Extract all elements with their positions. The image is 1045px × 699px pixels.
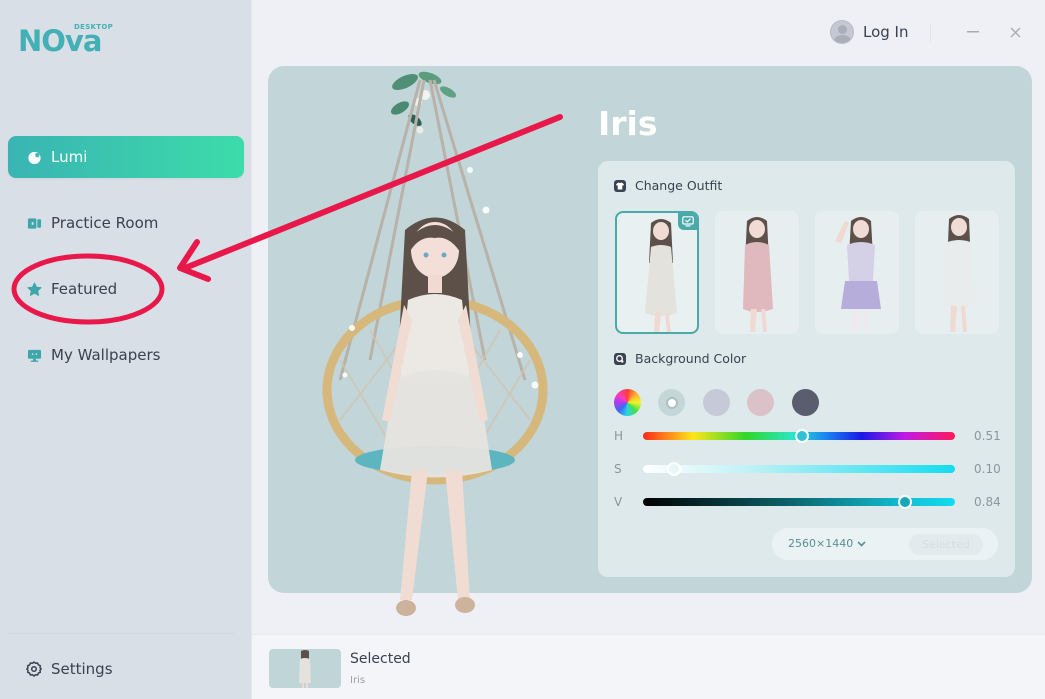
close-button[interactable]: [1005, 22, 1025, 42]
sidebar-item-featured[interactable]: Featured: [8, 268, 244, 310]
sidebar: NOva DESKTOP Lumi Practice Room Featured…: [0, 0, 252, 699]
heart-icon: [26, 149, 42, 165]
outfit-option-2[interactable]: [715, 211, 799, 334]
sidebar-item-lumi[interactable]: Lumi: [8, 136, 244, 178]
sidebar-item-label: Lumi: [51, 148, 88, 166]
app-logo: NOva DESKTOP: [18, 22, 118, 62]
outfit-thumbnail: [835, 217, 881, 332]
saturation-label: S: [614, 462, 622, 476]
status-title: Selected: [350, 651, 411, 667]
gear-icon: [26, 661, 42, 677]
outfit-option-4[interactable]: [915, 211, 999, 334]
swatch-charcoal[interactable]: [792, 389, 819, 416]
topbar-divider: [930, 24, 931, 42]
status-character-name: Iris: [350, 675, 366, 686]
chevron-down-icon: [857, 540, 866, 547]
sidebar-item-label: My Wallpapers: [51, 346, 161, 364]
saturation-value: 0.10: [974, 462, 1001, 476]
change-outfit-header: Change Outfit: [614, 178, 722, 193]
resolution-value: 2560×1440: [788, 537, 854, 550]
login-button[interactable]: Log In: [830, 20, 909, 44]
monitor-check-icon: [682, 215, 694, 226]
outfit-option-3[interactable]: [815, 211, 899, 334]
outfit-icon: [614, 179, 626, 192]
minimize-button[interactable]: [963, 22, 983, 42]
swatch-lavender-grey[interactable]: [703, 389, 730, 416]
swatch-teal-grey[interactable]: [658, 389, 685, 416]
section-title: Change Outfit: [635, 178, 723, 193]
practice-room-icon: [26, 215, 42, 231]
monitor-icon: [26, 347, 42, 363]
value-slider-thumb[interactable]: [898, 495, 913, 509]
saturation-slider[interactable]: [643, 462, 955, 476]
hue-slider[interactable]: [643, 429, 955, 443]
selected-indicator: [665, 396, 678, 409]
background-color-header: Background Color: [614, 351, 746, 366]
character-name: Iris: [598, 104, 658, 143]
sidebar-item-label: Featured: [51, 280, 118, 298]
outfit-thumbnail: [645, 219, 677, 332]
sidebar-item-my-wallpapers[interactable]: My Wallpapers: [8, 334, 244, 376]
outfit-thumbnail: [743, 217, 773, 332]
value-label: V: [614, 495, 623, 509]
sidebar-item-practice-room[interactable]: Practice Room: [8, 202, 244, 244]
sidebar-item-label: Settings: [51, 660, 113, 678]
outfit-thumbnail: [943, 215, 975, 332]
selected-badge: [678, 213, 697, 230]
logo-subtext: DESKTOP: [74, 23, 114, 31]
selected-wallpaper-thumbnail[interactable]: [269, 649, 341, 688]
hue-label: H: [614, 429, 624, 443]
close-icon: [1010, 27, 1020, 37]
swatch-dusty-pink[interactable]: [747, 389, 774, 416]
hue-value: 0.51: [974, 429, 1001, 443]
star-icon: [26, 281, 42, 297]
outfit-option-1[interactable]: [615, 211, 699, 334]
sidebar-divider: [8, 633, 234, 634]
value-slider[interactable]: [643, 495, 955, 509]
value-value: 0.84: [974, 495, 1001, 509]
character-figure: [380, 217, 492, 616]
login-label: Log In: [863, 23, 909, 41]
apply-wallpaper-button[interactable]: Selected: [909, 534, 983, 555]
section-title: Background Color: [635, 351, 747, 366]
resolution-dropdown[interactable]: 2560×1440: [788, 537, 866, 550]
sidebar-item-settings[interactable]: Settings: [8, 648, 244, 690]
thumbnail-figure: [299, 650, 311, 688]
avatar: [830, 20, 854, 44]
minimize-icon: [967, 31, 979, 33]
sidebar-item-label: Practice Room: [51, 214, 159, 232]
palette-icon: [614, 352, 626, 365]
hue-slider-thumb[interactable]: [795, 429, 810, 443]
swatch-custom-rainbow[interactable]: [614, 389, 641, 416]
character-preview-image: [322, 71, 548, 616]
